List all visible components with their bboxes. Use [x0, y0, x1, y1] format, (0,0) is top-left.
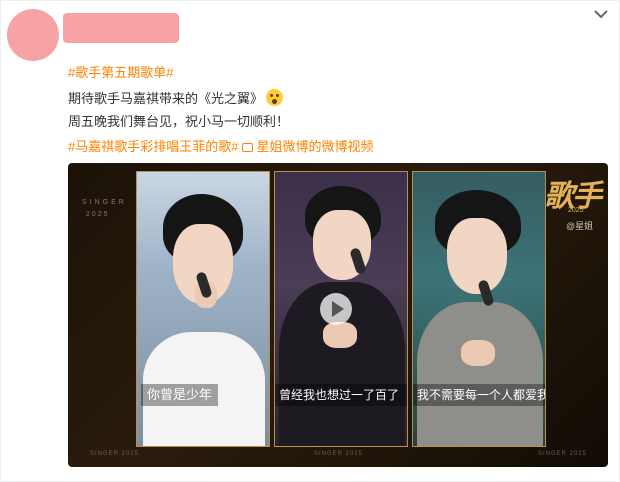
post-line-1: #歌手第五期歌单#: [68, 64, 173, 82]
post-text: 周五晚我们舞台见，祝小马一切顺利！: [68, 114, 290, 129]
video-player[interactable]: SINGER 2025 歌手 2025 @星姐 你曾是少年 曾经我也想过一了百了: [68, 163, 608, 467]
subtitle-1: 你曾是少年: [141, 384, 219, 406]
username-redacted[interactable]: [63, 13, 179, 43]
post-line-4: #马嘉祺歌手彩排唱王菲的歌# 星姐微博的微博视频: [68, 138, 373, 156]
performer-hand: [323, 322, 357, 348]
performer-hand: [461, 340, 495, 366]
video-source-link[interactable]: 星姐微博的微博视频: [256, 139, 373, 154]
post-line-3: 周五晚我们舞台见，祝小马一切顺利！: [68, 113, 289, 131]
post-text: 期待歌手马嘉祺带来的《光之翼》: [68, 91, 264, 106]
footer-watermark: SINGER 2025: [538, 451, 588, 457]
footer-watermark: SINGER 2025: [314, 451, 364, 457]
subtitle-2: 曾经我也想过一了百了: [275, 384, 407, 406]
subtitle-3: 我不需要每一个人都爱我: [413, 384, 545, 406]
watermark-text: SINGER: [82, 199, 127, 206]
video-link-icon: [242, 143, 254, 152]
chevron-down-icon[interactable]: [591, 7, 611, 23]
performer-face: [447, 218, 507, 294]
play-button-icon[interactable]: [320, 293, 352, 325]
logo-year: 2025: [568, 207, 584, 214]
performer-body: [417, 302, 543, 446]
scream-emoji-icon: [266, 89, 284, 106]
footer-watermark: SINGER 2025: [90, 451, 140, 457]
post-line-2: 期待歌手马嘉祺带来的《光之翼》: [68, 89, 284, 108]
logo-watermark: @星姐: [566, 221, 594, 231]
video-frame-3: 我不需要每一个人都爱我: [412, 171, 546, 447]
weibo-post-card: #歌手第五期歌单# 期待歌手马嘉祺带来的《光之翼》 周五晚我们舞台见，祝小马一切…: [0, 0, 620, 482]
video-frame-1: 你曾是少年: [136, 171, 270, 447]
hashtag-link[interactable]: #歌手第五期歌单#: [68, 65, 173, 80]
user-avatar[interactable]: [7, 9, 59, 61]
watermark-year: 2025: [86, 211, 110, 218]
hashtag-link[interactable]: #马嘉祺歌手彩排唱王菲的歌#: [68, 139, 238, 154]
